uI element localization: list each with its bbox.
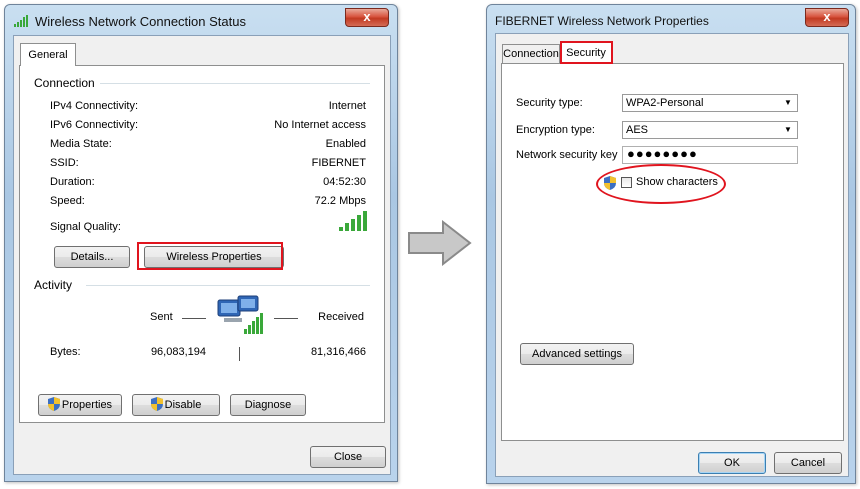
activity-divider xyxy=(86,285,370,286)
chevron-down-icon: ▼ xyxy=(784,125,792,134)
security-type-select[interactable]: WPA2-Personal ▼ xyxy=(622,94,798,112)
close-window-button[interactable]: x xyxy=(345,8,389,27)
advanced-settings-button[interactable]: Advanced settings xyxy=(520,343,634,365)
window-client: Connection Security Security type: WPA2-… xyxy=(495,33,849,477)
row-value: Enabled xyxy=(325,138,366,150)
connection-heading: Connection xyxy=(34,76,99,90)
ok-button[interactable]: OK xyxy=(698,452,766,474)
security-panel: Security type: WPA2-Personal ▼ Encryptio… xyxy=(501,63,844,441)
wireless-signal-icon xyxy=(13,14,31,31)
uac-shield-icon xyxy=(47,397,60,411)
details-button[interactable]: Details... xyxy=(54,246,130,268)
cancel-button[interactable]: Cancel xyxy=(774,452,842,474)
window-client: General Connection IPv4 Connectivity: In… xyxy=(13,35,391,475)
row-label: SSID: xyxy=(50,157,79,169)
security-key-label: Network security key xyxy=(516,149,618,161)
row-value: No Internet access xyxy=(274,119,366,131)
row-value: FIBERNET xyxy=(311,157,366,169)
uac-shield-icon xyxy=(150,397,163,411)
encryption-type-select[interactable]: AES ▼ xyxy=(622,121,798,139)
network-computers-icon xyxy=(216,294,266,343)
row-value: 72.2 Mbps xyxy=(314,195,366,207)
status-window: Wireless Network Connection Status x Gen… xyxy=(4,4,398,482)
disable-button[interactable]: Disable xyxy=(132,394,220,416)
row-label: IPv6 Connectivity: xyxy=(50,119,139,131)
row-value: Internet xyxy=(328,100,366,112)
row-label: Speed: xyxy=(50,195,85,207)
received-label: Received xyxy=(318,311,364,323)
highlight-box xyxy=(137,242,283,270)
close-button[interactable]: Close xyxy=(310,446,386,468)
general-panel: Connection IPv4 Connectivity: Internet I… xyxy=(19,65,385,423)
right-arrow-icon xyxy=(407,219,473,269)
tab-general[interactable]: General xyxy=(20,43,76,66)
diagnose-button[interactable]: Diagnose xyxy=(230,394,306,416)
security-key-input[interactable]: ●●●●●●●● xyxy=(622,146,798,164)
signal-bars-icon xyxy=(338,210,368,235)
received-line xyxy=(274,318,298,319)
properties-window: FIBERNET Wireless Network Properties x C… xyxy=(486,4,856,484)
row-label: IPv4 Connectivity: xyxy=(50,100,139,112)
bytes-sent-value: 96,083,194 xyxy=(150,346,206,358)
bytes-received-value: 81,316,466 xyxy=(310,346,366,358)
close-window-button[interactable]: x xyxy=(805,8,849,27)
sent-label: Sent xyxy=(150,311,173,323)
row-value: 04:52:30 xyxy=(323,176,366,188)
row-label: Media State: xyxy=(50,138,112,150)
show-characters-checkbox[interactable] xyxy=(621,177,632,188)
connection-divider xyxy=(100,83,370,84)
window-title: FIBERNET Wireless Network Properties xyxy=(495,14,709,28)
window-title: Wireless Network Connection Status xyxy=(35,14,246,29)
highlight-box xyxy=(560,41,613,64)
show-characters-label: Show characters xyxy=(636,176,718,188)
row-label: Duration: xyxy=(50,176,95,188)
security-type-label: Security type: xyxy=(516,97,583,109)
uac-shield-icon xyxy=(604,176,616,190)
tab-connection[interactable]: Connection xyxy=(502,44,560,63)
sent-line xyxy=(182,318,206,319)
chevron-down-icon: ▼ xyxy=(784,98,792,107)
bytes-label: Bytes: xyxy=(50,346,81,358)
activity-separator xyxy=(239,347,240,361)
activity-heading: Activity xyxy=(34,278,77,292)
properties-button[interactable]: Properties xyxy=(38,394,122,416)
signal-quality-label: Signal Quality: xyxy=(50,221,121,233)
encryption-type-label: Encryption type: xyxy=(516,124,595,136)
